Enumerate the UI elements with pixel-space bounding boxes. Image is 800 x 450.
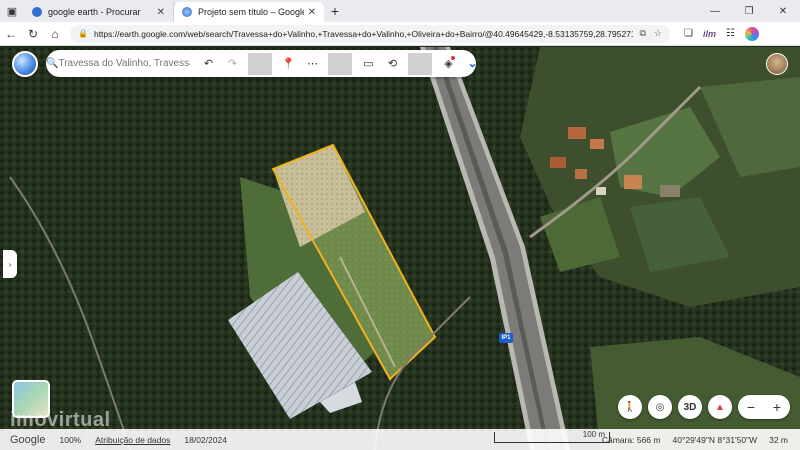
highway-shield: IP1 bbox=[499, 333, 513, 343]
toolbar-divider bbox=[248, 52, 273, 75]
scale-bar: 100 m bbox=[494, 430, 610, 443]
status-right: Câmara: 566 m 40°29'49"N 8°31'50"W 32 m bbox=[602, 435, 788, 445]
minimize-icon[interactable]: — bbox=[698, 0, 732, 22]
address-row: ← ↻ ⌂ 🔒 https://earth.google.com/web/sea… bbox=[0, 22, 800, 46]
avatar[interactable] bbox=[766, 53, 788, 75]
expand-panel-chevron-icon[interactable]: › bbox=[3, 250, 17, 278]
tab-google-search[interactable]: google earth - Procurar ✕ bbox=[24, 2, 174, 22]
path-polygon-icon[interactable]: ⋯ bbox=[300, 53, 324, 75]
my-location-icon[interactable]: ◎ bbox=[648, 395, 672, 419]
earth-toolbar: ↶ ↷ 📍 ⋯ ▭ ⟲ ◈ ⌄ bbox=[196, 52, 484, 75]
restore-icon[interactable]: ❐ bbox=[732, 0, 766, 22]
cursor-coordinates: 40°29'49"N 8°31'50"W bbox=[672, 434, 758, 445]
historical-imagery-icon[interactable]: ⟲ bbox=[380, 53, 404, 75]
copilot-icon[interactable] bbox=[744, 26, 759, 41]
close-tab-icon[interactable]: ✕ bbox=[157, 7, 165, 18]
imagery-date: 18/02/2024 bbox=[184, 434, 227, 445]
undo-icon[interactable]: ↶ bbox=[196, 53, 220, 75]
google-earth-logo[interactable] bbox=[12, 51, 38, 77]
search-input[interactable] bbox=[58, 58, 191, 69]
compass-icon[interactable]: ▲ bbox=[708, 395, 732, 419]
search-icon[interactable]: 🔍 bbox=[46, 58, 58, 69]
search-favicon-icon bbox=[32, 7, 42, 17]
favorites-bar-icon[interactable]: ☷ bbox=[726, 28, 735, 39]
measure-ruler-icon[interactable]: ▭ bbox=[356, 53, 380, 75]
share-icon[interactable]: ⧉ bbox=[639, 28, 645, 39]
home-icon[interactable]: ⌂ bbox=[44, 23, 66, 45]
tab-google-earth[interactable]: Projeto sem título – Google Earth ✕ bbox=[174, 2, 324, 22]
status-bar: Google 100% Atribuição de dados 18/02/20… bbox=[0, 429, 800, 450]
placemark-icon[interactable]: 📍 bbox=[276, 53, 300, 75]
lock-icon: 🔒 bbox=[78, 29, 88, 38]
url-actions: ⧉ ☆ bbox=[639, 28, 662, 39]
data-attribution-link[interactable]: Atribuição de dados bbox=[95, 435, 170, 445]
redo-icon[interactable]: ↷ bbox=[220, 53, 244, 75]
favorite-star-icon[interactable]: ☆ bbox=[654, 28, 662, 39]
tab-label: google earth - Procurar bbox=[48, 7, 141, 17]
collections-icon[interactable]: ❏ bbox=[684, 28, 693, 39]
zoom-controls: − + bbox=[738, 395, 790, 419]
url-text: https://earth.google.com/web/search/Trav… bbox=[93, 28, 634, 39]
new-tab-button[interactable]: + bbox=[324, 1, 346, 21]
tab-strip: ▣ google earth - Procurar ✕ Projeto sem … bbox=[0, 0, 800, 22]
toolbar-divider bbox=[328, 52, 353, 75]
map-layers-icon[interactable]: ◈ bbox=[436, 53, 460, 75]
map-view[interactable]: 🔍 ↶ ↷ 📍 ⋯ ▭ ⟲ ◈ ⌄ › IP1 imovirtual 🚶 ◎ 3 bbox=[0, 47, 800, 450]
toolbar-divider bbox=[408, 52, 433, 75]
tab-actions-icon[interactable]: ▣ bbox=[0, 0, 24, 22]
ground-elevation: 32 m bbox=[769, 434, 788, 445]
pegman-streetview-icon[interactable]: 🚶 bbox=[618, 395, 642, 419]
earth-search-bar: 🔍 ↶ ↷ 📍 ⋯ ▭ ⟲ ◈ ⌄ bbox=[46, 50, 477, 77]
reload-icon[interactable]: ↻ bbox=[22, 23, 44, 45]
address-bar[interactable]: 🔒 https://earth.google.com/web/search/Tr… bbox=[70, 24, 670, 43]
zoom-in-icon[interactable]: + bbox=[773, 399, 781, 415]
camera-altitude: Câmara: 566 m bbox=[601, 434, 661, 445]
toggle-3d-button[interactable]: 3D bbox=[678, 395, 702, 419]
google-wordmark: Google bbox=[10, 433, 46, 446]
close-window-icon[interactable]: ✕ bbox=[766, 0, 800, 22]
ilm-extension-icon[interactable]: ilm bbox=[703, 29, 716, 39]
zoom-out-icon[interactable]: − bbox=[747, 399, 755, 415]
close-tab-icon[interactable]: ✕ bbox=[308, 7, 316, 18]
extensions: ❏ ilm ☷ bbox=[684, 26, 759, 41]
back-icon[interactable]: ← bbox=[0, 23, 22, 45]
tab-label: Projeto sem título – Google Earth bbox=[198, 7, 304, 17]
window-controls: — ❐ ✕ bbox=[698, 0, 800, 22]
chevron-down-icon[interactable]: ⌄ bbox=[460, 53, 484, 75]
screen: ▣ google earth - Procurar ✕ Projeto sem … bbox=[0, 0, 800, 450]
satellite-imagery bbox=[0, 47, 800, 450]
zoom-level[interactable]: 100% bbox=[59, 435, 81, 445]
earth-favicon-icon bbox=[182, 7, 192, 17]
